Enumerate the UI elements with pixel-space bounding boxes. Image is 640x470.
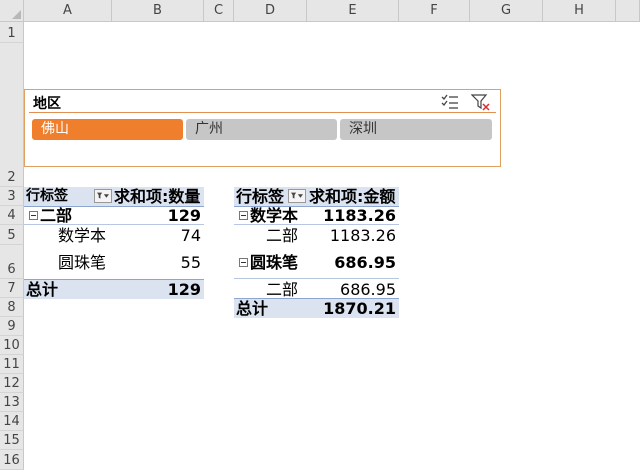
pivot2-row-filter-button[interactable] [288, 189, 306, 203]
pivot2-row-label-header: 行标签 [236, 187, 285, 206]
pivot2-collapse-group-icon[interactable] [239, 258, 248, 267]
slicer-title-divider [29, 112, 496, 113]
row-number: 4 [7, 208, 16, 223]
slicer-item-foshan[interactable]: 佛山 [32, 119, 183, 140]
row-header-15[interactable]: 15 [0, 431, 24, 450]
row-header-13[interactable]: 13 [0, 393, 24, 412]
pivot2-group-value: 1183.26 [323, 206, 396, 225]
column-header-e[interactable]: E [307, 0, 399, 22]
slicer-item-guangzhou[interactable]: 广州 [186, 119, 337, 140]
pivot1-total-value: 129 [167, 280, 201, 299]
clear-filter-icon[interactable] [471, 93, 491, 111]
row-number: 12 [3, 376, 20, 391]
pivot2-total-label: 总计 [236, 299, 269, 318]
select-all-triangle-icon [12, 10, 21, 19]
pivot2-group-value: 686.95 [334, 253, 396, 272]
row-header-1[interactable]: 1 [0, 22, 24, 43]
spreadsheet: A B C D E F G H 1 2 3 4 5 6 7 8 9 10 11 … [0, 0, 640, 470]
row-number: 3 [7, 189, 16, 204]
pivot2-total-value: 1870.21 [323, 299, 396, 318]
row-number: 2 [7, 170, 16, 185]
pivot2-value-header: 求和项:金额 [309, 187, 396, 206]
column-header-b[interactable]: B [112, 0, 204, 22]
pivot1-group-divider [24, 224, 204, 225]
pivot2-group-divider [234, 278, 399, 279]
pivot1-group-value: 129 [167, 206, 201, 225]
pivot2-child-value: 1183.26 [329, 226, 396, 245]
row-number: 1 [7, 26, 16, 41]
pivot1-value-header: 求和项:数量 [114, 187, 201, 206]
column-header-c[interactable]: C [204, 0, 234, 22]
row-number: 13 [3, 395, 20, 410]
column-header-g[interactable]: G [470, 0, 543, 22]
column-header-h[interactable]: H [543, 0, 616, 22]
row-header-4[interactable]: 4 [0, 206, 24, 225]
pivot1-row-filter-button[interactable] [94, 189, 112, 203]
column-header-a[interactable]: A [24, 0, 112, 22]
region-slicer[interactable]: 地区 佛山 广州 深圳 [24, 89, 501, 167]
filter-dropdown-icon [97, 192, 109, 199]
pivot1-collapse-group-icon[interactable] [29, 211, 38, 220]
row-number: 7 [7, 281, 16, 296]
row-header-16[interactable]: 16 [0, 450, 24, 470]
row-number: 9 [7, 319, 16, 334]
row-number: 16 [3, 453, 20, 468]
slicer-item-shenzhen[interactable]: 深圳 [340, 119, 492, 140]
column-header-blank [616, 0, 640, 22]
row-number: 14 [3, 414, 20, 429]
row-number: 10 [3, 338, 20, 353]
row-header-9[interactable]: 9 [0, 317, 24, 336]
pivot1-row-label-header: 行标签 [26, 188, 68, 204]
pivot1-item-value: 74 [180, 226, 201, 245]
pivot1-total-label: 总计 [26, 280, 59, 299]
row-header-10[interactable]: 10 [0, 336, 24, 355]
row-header-5[interactable]: 5 [0, 225, 24, 245]
pivot2-group-divider [234, 224, 399, 225]
row-number: 15 [3, 433, 20, 448]
row-header-2[interactable]: 2 [0, 43, 24, 187]
row-header-11[interactable]: 11 [0, 355, 24, 374]
row-number: 5 [7, 228, 16, 243]
multi-select-icon[interactable] [440, 93, 460, 111]
pivot2-child-label: 二部 [266, 280, 299, 299]
row-header-7[interactable]: 7 [0, 279, 24, 298]
column-header-f[interactable]: F [399, 0, 470, 22]
pivot1-item-value: 55 [180, 253, 201, 272]
row-number: 11 [3, 357, 20, 372]
row-header-6[interactable]: 6 [0, 245, 24, 279]
column-header-d[interactable]: D [234, 0, 307, 22]
pivot1-item-label: 数学本 [58, 226, 107, 245]
slicer-title: 地区 [33, 96, 61, 112]
pivot2-child-value: 686.95 [340, 280, 396, 299]
row-header-14[interactable]: 14 [0, 412, 24, 431]
row-header-3[interactable]: 3 [0, 187, 24, 206]
row-header-8[interactable]: 8 [0, 298, 24, 317]
pivot2-group-label: 圆珠笔 [250, 253, 299, 272]
pivot1-group-label: 二部 [40, 206, 73, 225]
filter-dropdown-icon [291, 192, 303, 199]
pivot2-collapse-group-icon[interactable] [239, 211, 248, 220]
row-header-12[interactable]: 12 [0, 374, 24, 393]
pivot1-item-label: 圆珠笔 [58, 253, 107, 272]
row-number: 6 [7, 262, 16, 277]
pivot2-child-label: 二部 [266, 226, 299, 245]
row-number: 8 [7, 300, 16, 315]
select-all-corner[interactable] [0, 0, 24, 22]
pivot2-group-label: 数学本 [250, 206, 299, 225]
